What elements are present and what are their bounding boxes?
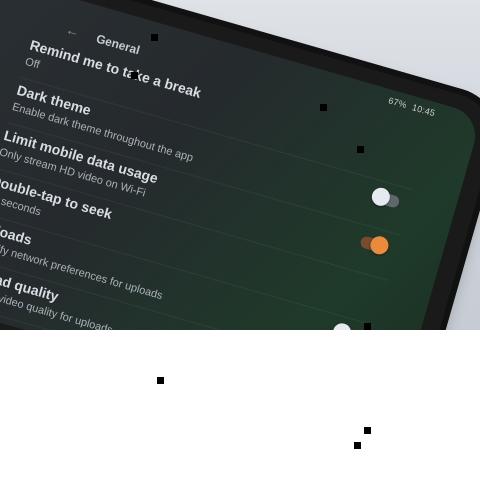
speck — [320, 104, 327, 111]
speck — [354, 442, 361, 449]
phone-frame: 67% 10:45 ← General Remind me to take a … — [0, 0, 480, 330]
speck — [357, 146, 364, 153]
speck — [151, 34, 158, 41]
speck — [131, 72, 138, 79]
toggle-knob — [368, 234, 391, 257]
setting-subtitle: Off — [23, 55, 41, 72]
speck — [364, 427, 371, 434]
back-arrow-icon[interactable]: ← — [64, 21, 82, 40]
uploads-toggle[interactable] — [330, 321, 362, 330]
speck — [364, 323, 371, 330]
toggle-knob — [330, 321, 354, 330]
speck — [157, 377, 164, 384]
toggle-knob — [369, 185, 392, 208]
settings-screen: 67% 10:45 ← General Remind me to take a … — [0, 0, 480, 330]
limit-data-toggle[interactable] — [359, 234, 391, 257]
dark-theme-toggle[interactable] — [369, 185, 401, 209]
phone-photo: 67% 10:45 ← General Remind me to take a … — [0, 0, 480, 330]
